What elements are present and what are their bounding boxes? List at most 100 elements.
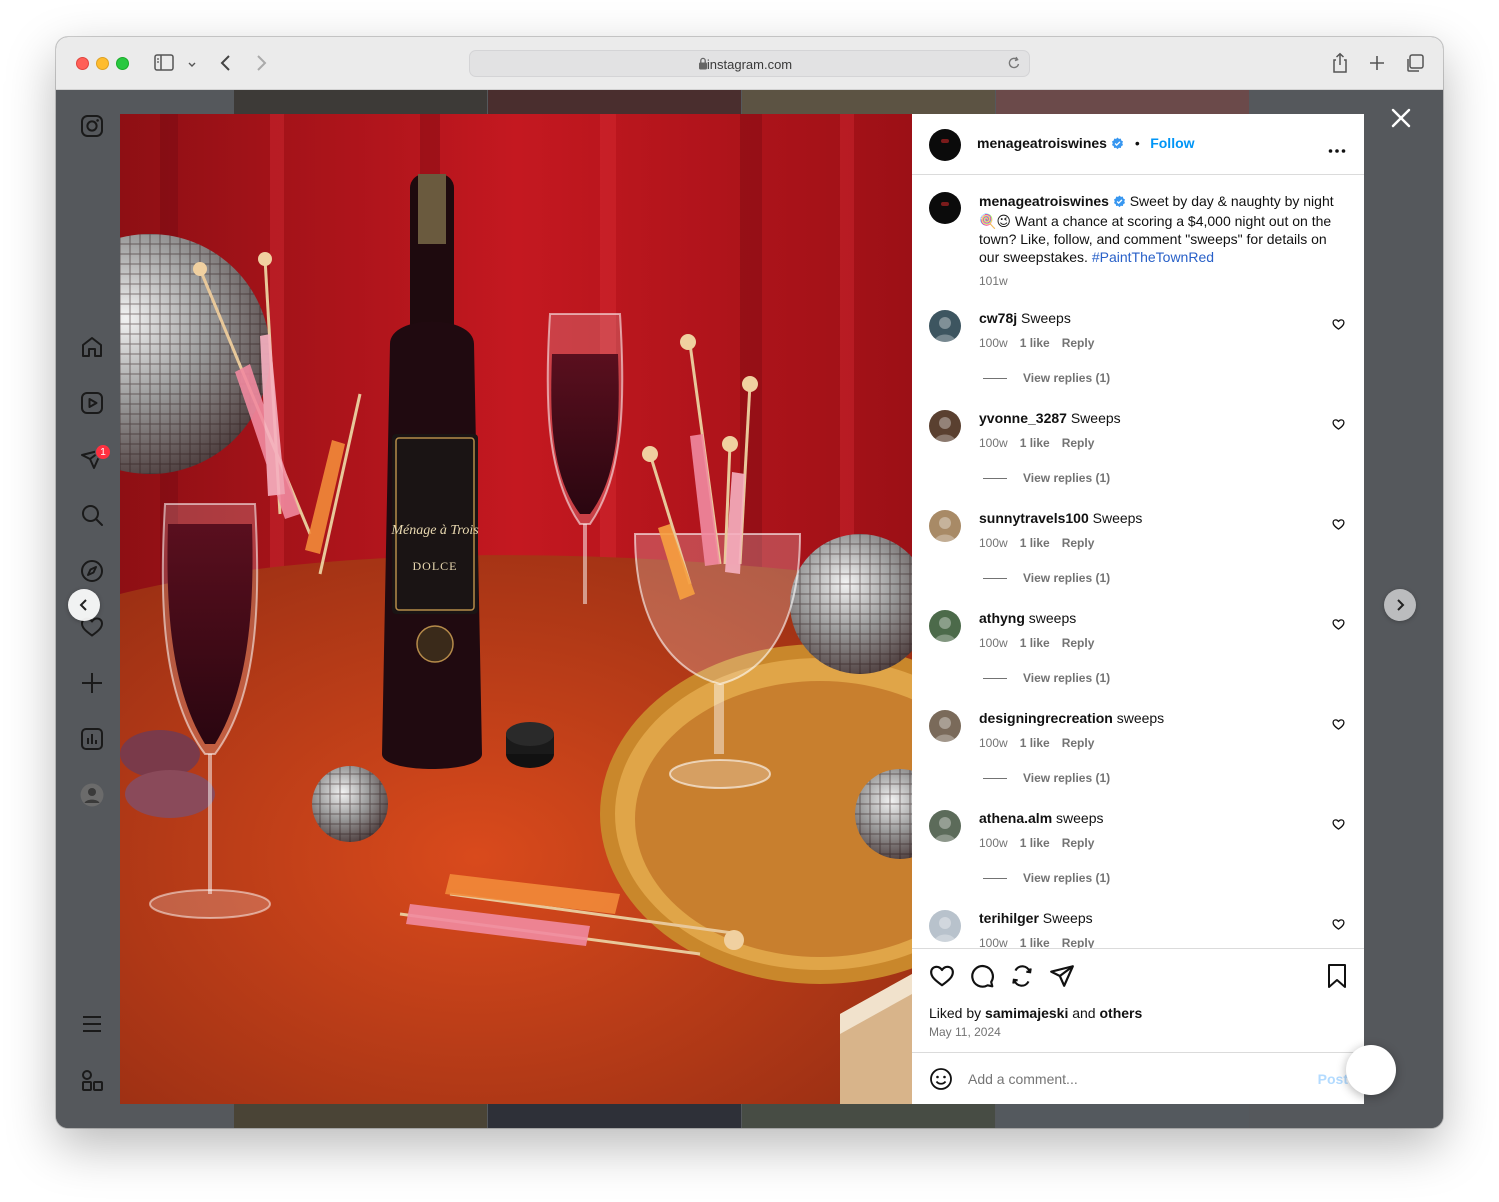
comments-list[interactable]: menageatroiswines Sweet by day & naughty… bbox=[912, 176, 1364, 948]
author-username[interactable]: menageatroiswines bbox=[977, 135, 1107, 151]
minimize-window-button[interactable] bbox=[96, 57, 109, 70]
caption-username[interactable]: menageatroiswines bbox=[979, 193, 1109, 209]
add-comment-bar: Post bbox=[912, 1052, 1364, 1104]
comment-likes[interactable]: 1 like bbox=[1020, 636, 1050, 650]
save-bookmark-icon[interactable] bbox=[1326, 963, 1348, 994]
page-content: 1 Ménage à Trois DOLCE menageatroiswines… bbox=[56, 90, 1443, 1128]
explore-icon[interactable] bbox=[80, 559, 104, 583]
comment-like-heart-icon[interactable] bbox=[1332, 318, 1345, 336]
author-avatar[interactable] bbox=[929, 129, 961, 161]
caption-author-avatar[interactable] bbox=[929, 192, 961, 224]
comment-age: 100w bbox=[979, 436, 1008, 450]
tab-overview-icon[interactable] bbox=[1405, 52, 1425, 79]
comment-like-heart-icon[interactable] bbox=[1332, 818, 1345, 836]
comment-like-heart-icon[interactable] bbox=[1332, 518, 1345, 536]
share-send-icon[interactable] bbox=[1049, 963, 1075, 994]
commenter-username[interactable]: athena.alm bbox=[979, 810, 1052, 826]
comment-row: athena.alm sweeps 100w 1 like Reply View rep… bbox=[929, 810, 1349, 910]
insights-icon[interactable] bbox=[80, 727, 104, 751]
instagram-logo-icon[interactable] bbox=[80, 114, 104, 138]
view-replies-button[interactable]: View replies (1) bbox=[979, 871, 1110, 885]
search-icon[interactable] bbox=[80, 503, 104, 527]
reply-button[interactable]: Reply bbox=[1062, 336, 1095, 350]
comment-likes[interactable]: 1 like bbox=[1020, 836, 1050, 850]
liked-by-others[interactable]: others bbox=[1099, 1005, 1142, 1021]
next-post-button[interactable] bbox=[1384, 589, 1416, 621]
comment-like-heart-icon[interactable] bbox=[1332, 618, 1345, 636]
comment-like-heart-icon[interactable] bbox=[1332, 718, 1345, 736]
reload-icon[interactable] bbox=[1007, 56, 1021, 76]
commenter-avatar[interactable] bbox=[929, 510, 961, 542]
sidebar-toggle-icon[interactable] bbox=[154, 52, 174, 79]
liked-by-user[interactable]: samimajeski bbox=[985, 1005, 1068, 1021]
share-icon[interactable] bbox=[1331, 52, 1349, 79]
comment-likes[interactable]: 1 like bbox=[1020, 736, 1050, 750]
commenter-avatar[interactable] bbox=[929, 410, 961, 442]
reply-button[interactable]: Reply bbox=[1062, 636, 1095, 650]
chevron-down-icon[interactable] bbox=[187, 57, 197, 75]
close-window-button[interactable] bbox=[76, 57, 89, 70]
more-options-icon[interactable] bbox=[1328, 141, 1346, 159]
commenter-avatar[interactable] bbox=[929, 610, 961, 642]
repost-icon[interactable] bbox=[1009, 963, 1035, 994]
comment-like-heart-icon[interactable] bbox=[1332, 418, 1345, 436]
url-text: instagram.com bbox=[706, 57, 793, 72]
close-icon[interactable] bbox=[1389, 106, 1413, 135]
comment-bubble-icon[interactable] bbox=[969, 963, 995, 994]
commenter-username[interactable]: sunnytravels100 bbox=[979, 510, 1089, 526]
menu-icon[interactable] bbox=[80, 1012, 104, 1036]
reply-button[interactable]: Reply bbox=[1062, 436, 1095, 450]
commenter-username[interactable]: yvonne_3287 bbox=[979, 410, 1067, 426]
feed-thumbnail bbox=[742, 1104, 995, 1128]
view-replies-button[interactable]: View replies (1) bbox=[979, 571, 1110, 585]
create-plus-icon[interactable] bbox=[80, 671, 104, 695]
comment-like-heart-icon[interactable] bbox=[1332, 918, 1345, 936]
profile-avatar[interactable] bbox=[80, 783, 104, 807]
view-replies-button[interactable]: View replies (1) bbox=[979, 771, 1110, 785]
reply-button[interactable]: Reply bbox=[1062, 536, 1095, 550]
reply-button[interactable]: Reply bbox=[1062, 736, 1095, 750]
also-from-meta-icon[interactable] bbox=[80, 1068, 104, 1092]
view-replies-button[interactable]: View replies (1) bbox=[979, 371, 1110, 385]
follow-button[interactable]: Follow bbox=[1150, 135, 1194, 151]
reply-button[interactable]: Reply bbox=[1062, 936, 1095, 948]
zoom-window-button[interactable] bbox=[116, 57, 129, 70]
emoji-icon[interactable] bbox=[929, 1067, 953, 1096]
commenter-username[interactable]: designingrecreation bbox=[979, 710, 1113, 726]
view-replies-button[interactable]: View replies (1) bbox=[979, 471, 1110, 485]
reply-button[interactable]: Reply bbox=[1062, 836, 1095, 850]
post-header: menageatroiswines • Follow bbox=[912, 114, 1364, 175]
commenter-avatar[interactable] bbox=[929, 710, 961, 742]
post-image[interactable]: Ménage à Trois DOLCE bbox=[120, 114, 912, 1104]
comment-likes[interactable]: 1 like bbox=[1020, 936, 1050, 948]
add-comment-input[interactable] bbox=[968, 1071, 1288, 1087]
comment-age: 100w bbox=[979, 336, 1008, 350]
comment-likes[interactable]: 1 like bbox=[1020, 536, 1050, 550]
view-replies-button[interactable]: View replies (1) bbox=[979, 671, 1110, 685]
messages-floating-button[interactable] bbox=[1346, 1045, 1396, 1095]
comment-likes[interactable]: 1 like bbox=[1020, 336, 1050, 350]
commenter-avatar[interactable] bbox=[929, 810, 961, 842]
svg-text:Ménage à Trois: Ménage à Trois bbox=[390, 523, 479, 538]
caption-hashtag[interactable]: #PaintTheTownRed bbox=[1092, 249, 1214, 265]
like-heart-icon[interactable] bbox=[929, 963, 955, 994]
reels-icon[interactable] bbox=[80, 391, 104, 415]
forward-arrow-icon[interactable] bbox=[254, 52, 268, 79]
commenter-username[interactable]: cw78j bbox=[979, 310, 1017, 326]
commenter-username[interactable]: athyng bbox=[979, 610, 1025, 626]
feed-thumbnail bbox=[234, 1104, 487, 1128]
back-arrow-icon[interactable] bbox=[219, 52, 233, 79]
commenter-avatar[interactable] bbox=[929, 910, 961, 942]
address-bar[interactable]: instagram.com bbox=[469, 50, 1030, 77]
comment-meta: 100w 1 like Reply bbox=[979, 436, 1106, 450]
commenter-username[interactable]: terihilger bbox=[979, 910, 1039, 926]
feed-thumbnail bbox=[996, 1104, 1249, 1128]
post-comment-button[interactable]: Post bbox=[1318, 1071, 1348, 1087]
home-icon[interactable] bbox=[80, 335, 104, 359]
verified-badge-icon bbox=[1111, 137, 1124, 155]
post-actions: Liked by samimajeski and others May 11, … bbox=[912, 948, 1364, 1052]
previous-post-button[interactable] bbox=[68, 589, 100, 621]
comment-likes[interactable]: 1 like bbox=[1020, 436, 1050, 450]
new-tab-icon[interactable] bbox=[1368, 52, 1386, 79]
commenter-avatar[interactable] bbox=[929, 310, 961, 342]
